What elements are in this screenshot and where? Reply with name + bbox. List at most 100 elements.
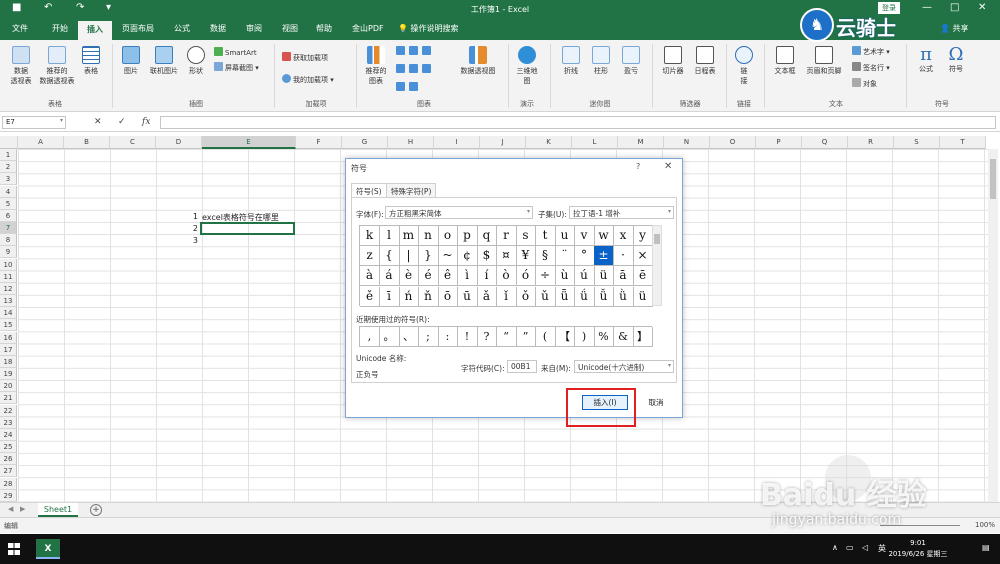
sparkline-column-button[interactable]: 柱形 (588, 46, 614, 76)
tab-symbols[interactable]: 符号(S) (351, 183, 387, 198)
symbol-cell[interactable]: ǐ (496, 286, 517, 307)
symbol-cell[interactable]: v (574, 226, 595, 246)
symbol-cell[interactable]: o (438, 226, 458, 246)
symbol-grid[interactable]: k l m n o p q r s t u v w x y z{|} ~ ¢ $ ¤ ¥ § ¨ ° ± · × à á è é ê ì í ò ó ÷… (359, 225, 653, 307)
symbol-cell[interactable]: l (379, 226, 400, 246)
symbol-cell[interactable]: ê (438, 266, 458, 287)
row-header-17[interactable]: 17 (0, 343, 17, 356)
symbol-cell[interactable]: ń (399, 286, 419, 307)
minimize-icon[interactable]: — (922, 2, 932, 13)
column-header-e[interactable]: E (202, 136, 296, 149)
symbol-cell[interactable]: · (613, 246, 634, 267)
column-header-m[interactable]: M (618, 136, 664, 149)
smartart-button[interactable]: SmartArt (214, 47, 257, 57)
tab-help[interactable]: 帮助 (316, 23, 332, 34)
name-box[interactable]: E7 (2, 116, 66, 129)
row-header-23[interactable]: 23 (0, 416, 17, 429)
zoom-level[interactable]: 100% (975, 521, 995, 529)
row-header-24[interactable]: 24 (0, 428, 17, 441)
symbol-cell[interactable]: } (418, 246, 439, 267)
recent-symbol-cell[interactable]: , (360, 327, 380, 347)
tray-expand-icon[interactable]: ∧ (832, 543, 838, 552)
tab-page-layout[interactable]: 页面布局 (122, 23, 154, 34)
row-header-8[interactable]: 8 (0, 234, 17, 247)
recommended-charts-button[interactable]: 推荐的 图表 (360, 46, 392, 86)
symbol-cell[interactable]: ǜ (613, 286, 634, 307)
sparkline-winloss-button[interactable]: 盈亏 (618, 46, 644, 76)
symbol-cell[interactable]: ǒ (516, 286, 536, 307)
symbol-cell[interactable]: ¢ (457, 246, 478, 267)
vertical-scrollbar[interactable] (988, 149, 998, 502)
formula-input[interactable] (160, 116, 996, 129)
tab-view[interactable]: 视图 (282, 23, 298, 34)
symbol-cell[interactable]: ǚ (594, 286, 614, 307)
symbol-cell[interactable]: ÷ (535, 266, 556, 287)
timeline-button[interactable]: 日程表 (690, 46, 720, 76)
column-header-s[interactable]: S (894, 136, 940, 149)
sheet-tab-sheet1[interactable]: Sheet1 (38, 503, 78, 517)
symbol-cell[interactable]: í (477, 266, 497, 287)
column-header-c[interactable]: C (110, 136, 156, 149)
symbol-cell[interactable]: ° (574, 246, 595, 267)
cancel-entry-icon[interactable]: ✕ (94, 117, 102, 127)
row-header-12[interactable]: 12 (0, 282, 17, 295)
picture-button[interactable]: 图片 (118, 46, 144, 76)
column-header-h[interactable]: H (388, 136, 434, 149)
recent-symbol-cell[interactable]: 【 (555, 327, 575, 347)
row-header-5[interactable]: 5 (0, 197, 17, 210)
symbol-cell[interactable]: ē (633, 266, 653, 287)
row-header-11[interactable]: 11 (0, 270, 17, 283)
column-header-k[interactable]: K (526, 136, 572, 149)
ime-indicator[interactable]: 英 (878, 543, 886, 554)
character-code-input[interactable]: 00B1 (507, 360, 537, 373)
column-header-b[interactable]: B (64, 136, 110, 149)
row-header-6[interactable]: 6 (0, 209, 17, 222)
symbol-cell[interactable]: ō (438, 286, 458, 307)
tab-special-characters[interactable]: 特殊字符(P) (386, 183, 437, 197)
symbol-cell[interactable]: | (399, 246, 419, 267)
chevron-down-icon[interactable]: ▾ (60, 117, 63, 124)
recent-symbol-cell[interactable]: 】 (633, 327, 653, 347)
column-header-p[interactable]: P (756, 136, 802, 149)
symbol-cell[interactable]: ó (516, 266, 536, 287)
row-header-29[interactable]: 29 (0, 489, 17, 502)
tab-file[interactable]: 文件 (12, 23, 28, 34)
scrollbar-thumb[interactable] (654, 234, 660, 244)
column-header-n[interactable]: N (664, 136, 710, 149)
symbol-cell[interactable]: ā (613, 266, 634, 287)
column-header-g[interactable]: G (342, 136, 388, 149)
row-header-18[interactable]: 18 (0, 355, 17, 368)
scrollbar-thumb[interactable] (990, 159, 996, 199)
row-header-10[interactable]: 10 (0, 258, 17, 271)
chart-types-gallery[interactable] (396, 46, 456, 92)
symbol-cell[interactable]: x (613, 226, 634, 246)
symbol-cell[interactable]: s (516, 226, 536, 246)
online-picture-button[interactable]: 联机图片 (146, 46, 182, 76)
recent-symbol-cell[interactable]: : (438, 327, 458, 347)
recent-symbol-cell[interactable]: ( (535, 327, 556, 347)
symbol-cell[interactable]: m (399, 226, 419, 246)
column-header-q[interactable]: Q (802, 136, 848, 149)
symbol-cell[interactable]: á (379, 266, 400, 287)
cell-d6[interactable]: 1 (178, 212, 198, 221)
symbol-cell[interactable]: p (457, 226, 478, 246)
scroll-left-icon[interactable]: ◀ (8, 505, 13, 513)
excel-taskbar-icon[interactable]: X (36, 539, 60, 559)
object-button[interactable]: 对象 (852, 78, 877, 89)
column-header-o[interactable]: O (710, 136, 756, 149)
symbol-cell[interactable]: è (399, 266, 419, 287)
tab-home[interactable]: 开始 (52, 23, 68, 34)
symbol-cell[interactable]: × (633, 246, 653, 267)
help-icon[interactable]: ? (636, 162, 640, 171)
symbol-cell[interactable]: w (594, 226, 614, 246)
network-icon[interactable]: ▭ (846, 543, 854, 552)
recent-symbol-cell[interactable]: 。 (379, 327, 400, 347)
symbol-cell[interactable]: ě (360, 286, 380, 307)
system-clock[interactable]: 9:01 2019/6/26 星期三 (888, 538, 948, 560)
symbol-cell[interactable]: ¤ (496, 246, 517, 267)
symbol-cell[interactable]: ǖ (555, 286, 575, 307)
subset-select[interactable]: 拉丁语-1 增补 ▾ (569, 206, 674, 219)
row-header-14[interactable]: 14 (0, 307, 17, 320)
symbol-cell[interactable]: ī (379, 286, 400, 307)
get-addins-button[interactable]: 获取加载项 (282, 52, 328, 63)
